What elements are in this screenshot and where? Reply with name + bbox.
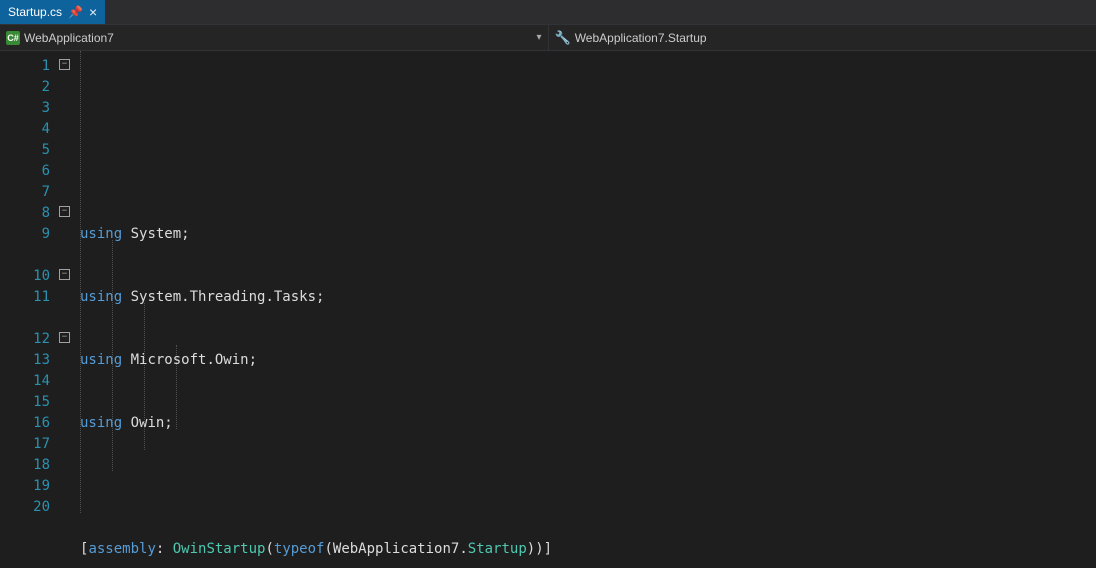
code-line: [assembly: OwinStartup(typeof(WebApplica… bbox=[78, 539, 1096, 560]
fold-toggle[interactable]: − bbox=[59, 206, 70, 217]
fold-toggle[interactable]: − bbox=[59, 59, 70, 70]
code-line: using System; bbox=[78, 224, 1096, 245]
code-line bbox=[78, 476, 1096, 497]
code-line: using Microsoft.Owin; bbox=[78, 350, 1096, 371]
code-line: using Owin; bbox=[78, 413, 1096, 434]
code-editor[interactable]: 1− 2 3 4 5 6 7 8− 9 10− 11 12− 13 14 15 … bbox=[0, 51, 1096, 568]
tab-startup-cs[interactable]: Startup.cs 📌 × bbox=[0, 0, 105, 24]
navigation-bar: C# WebApplication7 ▾ 🔧 WebApplication7.S… bbox=[0, 24, 1096, 51]
class-icon: 🔧 bbox=[555, 30, 571, 46]
code-area[interactable]: using System; using System.Threading.Tas… bbox=[78, 51, 1096, 568]
nav-member-text: WebApplication7.Startup bbox=[575, 31, 707, 45]
line-number-gutter: 1− 2 3 4 5 6 7 8− 9 10− 11 12− 13 14 15 … bbox=[0, 51, 78, 568]
pin-icon[interactable]: 📌 bbox=[68, 5, 83, 19]
nav-scope-dropdown[interactable]: C# WebApplication7 ▾ bbox=[0, 25, 549, 50]
csharp-icon: C# bbox=[6, 31, 20, 45]
close-icon[interactable]: × bbox=[89, 4, 97, 20]
fold-toggle[interactable]: − bbox=[59, 332, 70, 343]
nav-scope-text: WebApplication7 bbox=[24, 31, 114, 45]
nav-member-dropdown[interactable]: 🔧 WebApplication7.Startup bbox=[549, 25, 1096, 50]
chevron-down-icon: ▾ bbox=[536, 32, 541, 43]
fold-toggle[interactable]: − bbox=[59, 269, 70, 280]
tab-title: Startup.cs bbox=[8, 5, 62, 19]
code-line: using System.Threading.Tasks; bbox=[78, 287, 1096, 308]
tab-bar: Startup.cs 📌 × bbox=[0, 0, 1096, 24]
